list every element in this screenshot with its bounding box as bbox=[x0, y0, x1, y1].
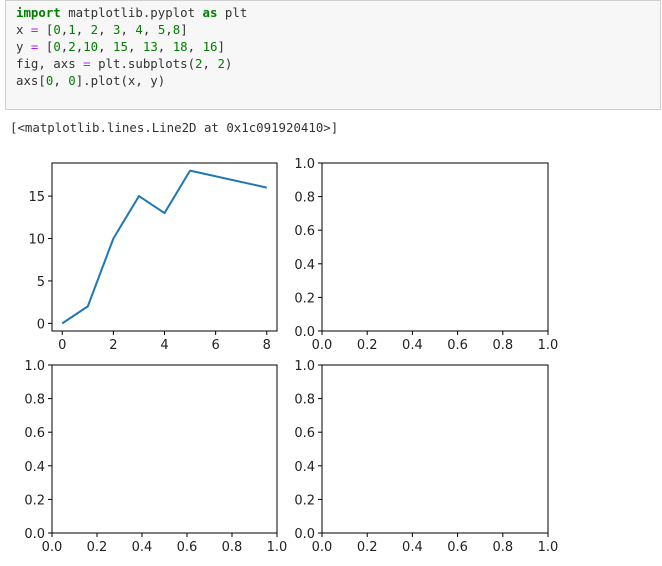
y-tick-label: 0.2 bbox=[24, 493, 45, 508]
figure: 0 2 4 6 8 0 5 10 15 0.0 0.2 0.4 0.6 0.8 1.0 0.0 0.2 0.4 0.… bbox=[24, 157, 559, 555]
x-tick-label: 0.0 bbox=[42, 540, 63, 555]
y-tick-label: 0.2 bbox=[294, 493, 315, 508]
x-tick-label: 0.8 bbox=[492, 540, 513, 555]
x-tick-label: 1.0 bbox=[538, 540, 559, 555]
y-tick-label: 0.4 bbox=[24, 460, 45, 475]
x-tick-label: 0.2 bbox=[87, 540, 108, 555]
y-tick-label: 0.0 bbox=[24, 527, 45, 542]
x-tick-label: 0.0 bbox=[312, 540, 333, 555]
x-tick-label: 0.8 bbox=[222, 540, 243, 555]
y-tick-label: 0.8 bbox=[294, 393, 315, 408]
y-tick-label: 1.0 bbox=[24, 359, 45, 374]
y-tick-label: 1.0 bbox=[294, 157, 315, 172]
x-tick-label: 6 bbox=[211, 338, 219, 353]
y-tick-label: 10 bbox=[28, 233, 45, 248]
axes-frame bbox=[321, 364, 549, 534]
x-tick-label: 8 bbox=[263, 338, 271, 353]
x-tick-label: 0.6 bbox=[447, 540, 468, 555]
y-tick-label: 0.2 bbox=[294, 291, 315, 306]
x-tick-label: 1.0 bbox=[538, 338, 559, 353]
x-tick-label: 0.6 bbox=[447, 338, 468, 353]
x-tick-label: 0 bbox=[58, 338, 66, 353]
axes-frame bbox=[321, 162, 549, 332]
x-tick-label: 2 bbox=[109, 338, 117, 353]
x-tick-label: 0.8 bbox=[492, 338, 513, 353]
y-tick-label: 0.6 bbox=[24, 426, 45, 441]
y-tick-label: 0.4 bbox=[294, 258, 315, 273]
y-tick-label: 0.6 bbox=[294, 426, 315, 441]
axes-frame bbox=[51, 162, 278, 332]
x-tick-label: 0.2 bbox=[357, 540, 378, 555]
y-tick-label: 5 bbox=[37, 275, 45, 290]
x-tick-label: 4 bbox=[160, 338, 168, 353]
x-tick-label: 0.4 bbox=[402, 338, 423, 353]
y-tick-label: 1.0 bbox=[294, 359, 315, 374]
x-tick-label: 0.6 bbox=[177, 540, 198, 555]
x-tick-label: 0.0 bbox=[312, 338, 333, 353]
y-tick-label: 0.0 bbox=[294, 325, 315, 340]
x-tick-label: 0.4 bbox=[132, 540, 153, 555]
axes-frame bbox=[51, 364, 278, 534]
y-tick-label: 15 bbox=[28, 190, 45, 205]
y-tick-label: 0.8 bbox=[24, 393, 45, 408]
x-tick-label: 0.2 bbox=[357, 338, 378, 353]
y-tick-label: 0.0 bbox=[294, 527, 315, 542]
x-tick-label: 0.4 bbox=[402, 540, 423, 555]
data-line bbox=[61, 169, 267, 325]
x-tick-label: 1.0 bbox=[267, 540, 288, 555]
y-tick-label: 0.6 bbox=[294, 224, 315, 239]
y-tick-label: 0 bbox=[37, 317, 45, 332]
y-tick-label: 0.8 bbox=[294, 191, 315, 206]
y-tick-label: 0.4 bbox=[294, 460, 315, 475]
